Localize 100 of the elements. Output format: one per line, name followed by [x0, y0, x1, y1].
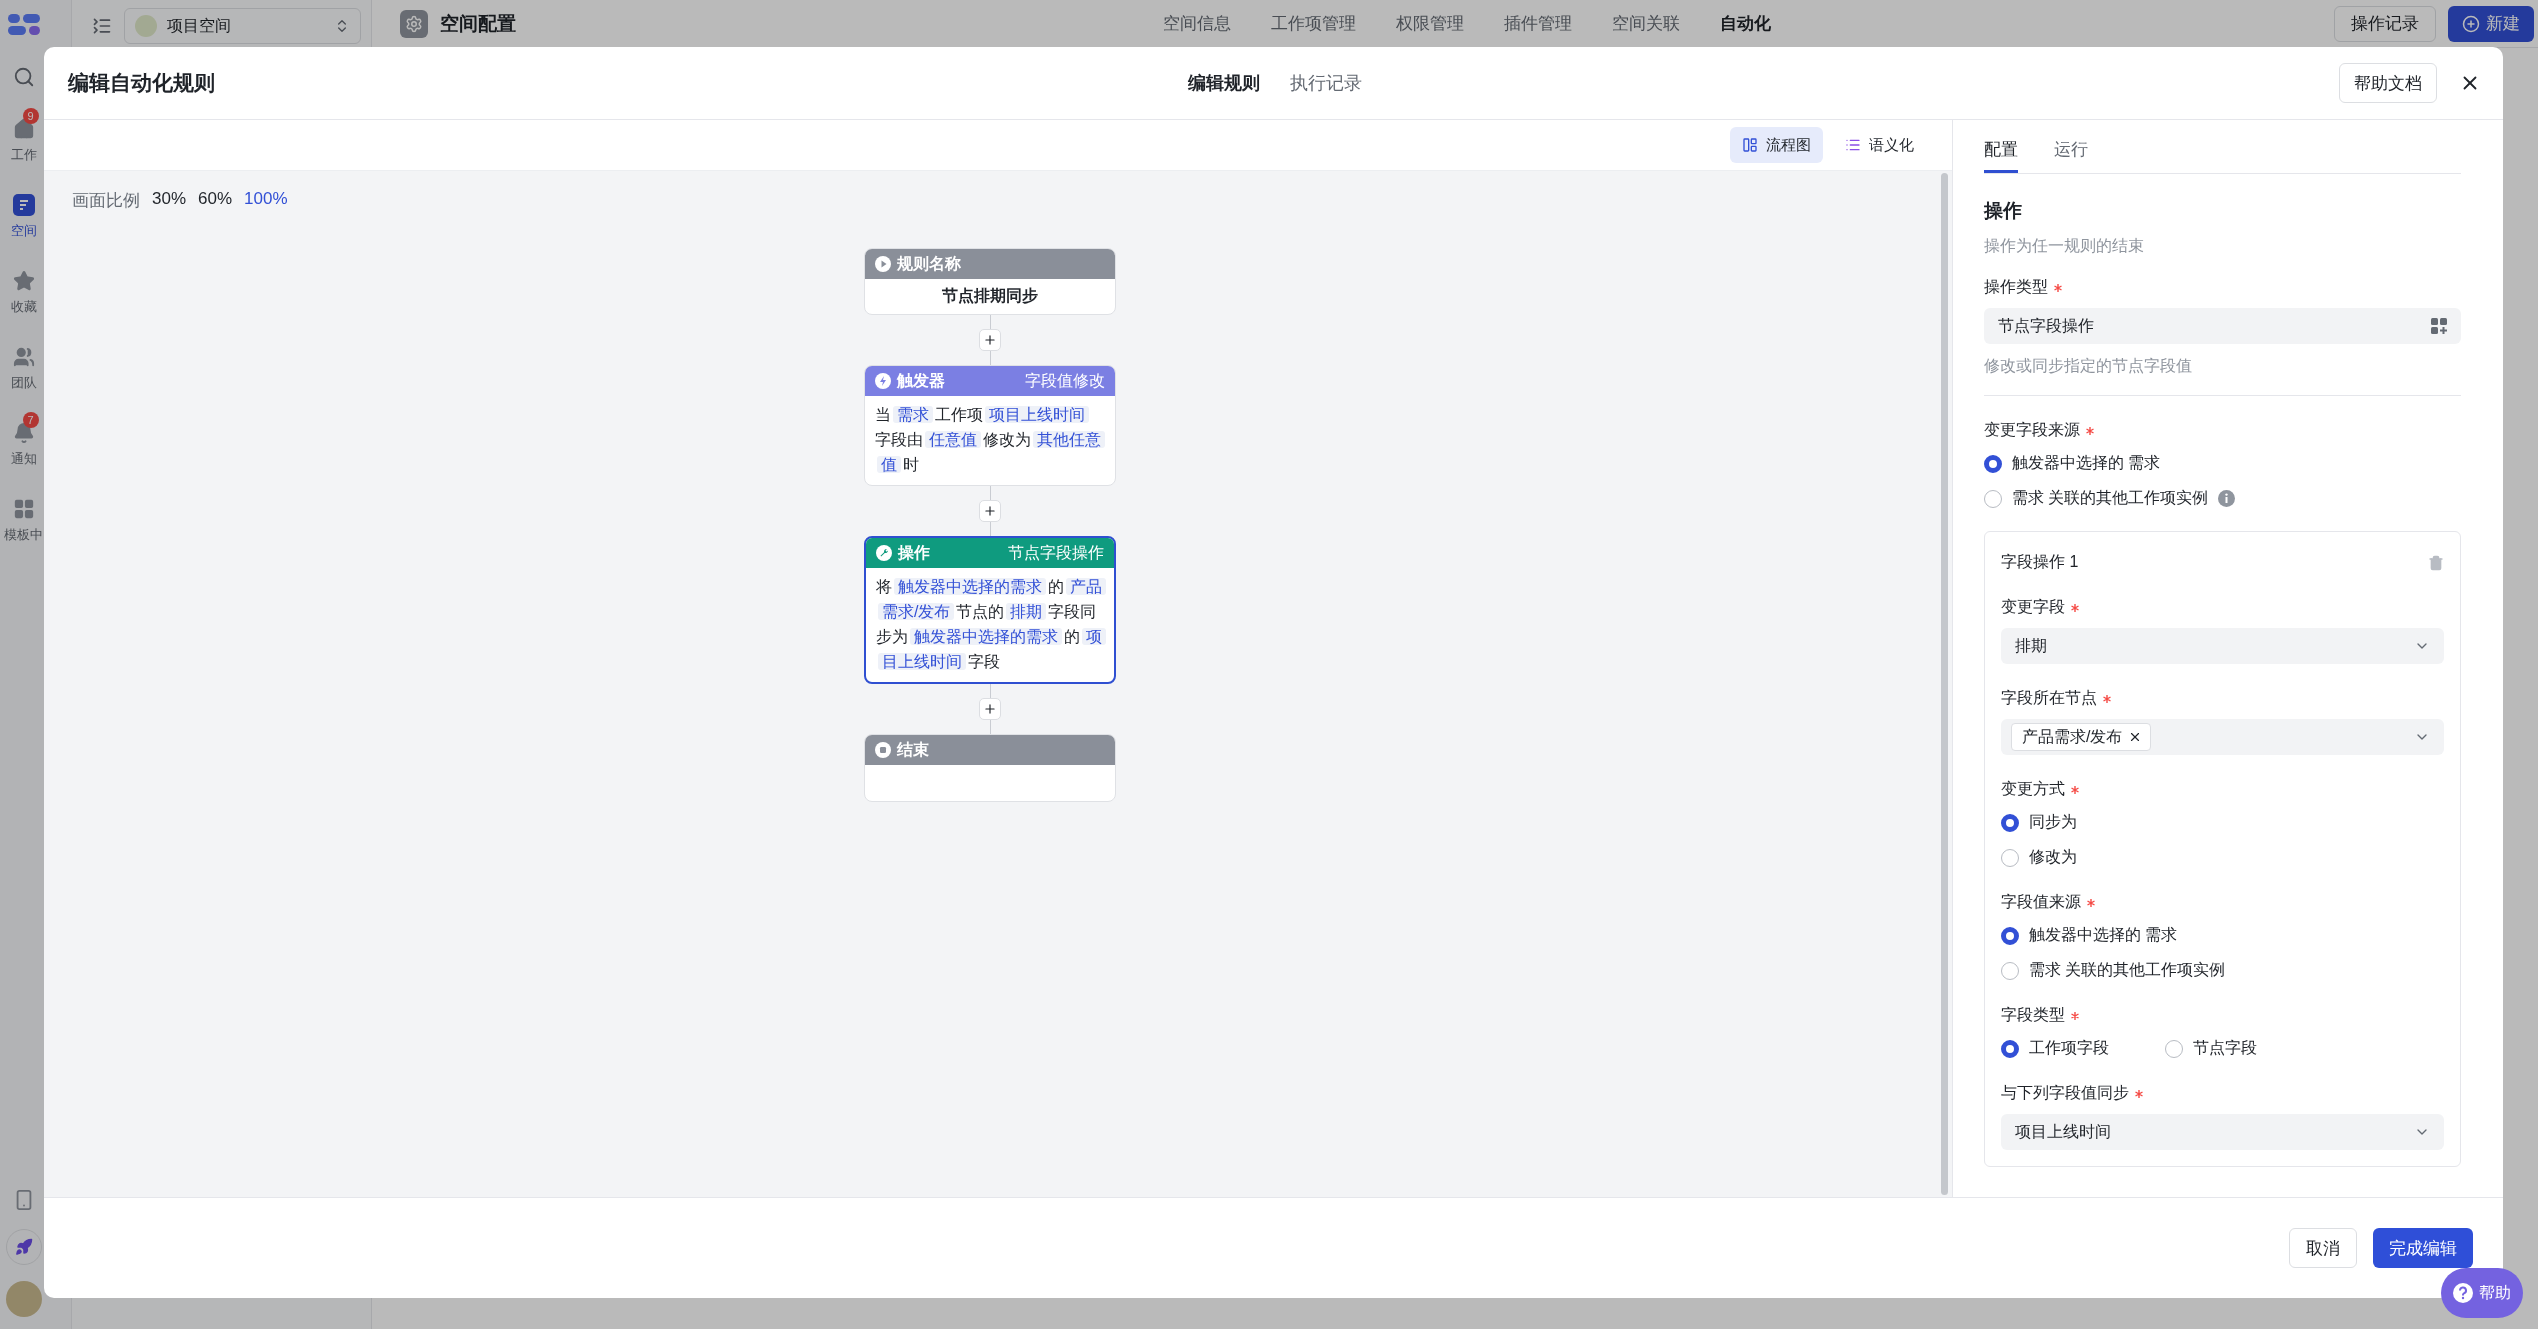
- nav-tab[interactable]: 空间关联: [1612, 12, 1680, 35]
- flow-node[interactable]: 操作 节点字段操作 将 触发器中选择的需求 的 产品需求/发布 节点的 排期 字段同步为 触发器中选择的需求 的 项目上线时间 字段: [864, 536, 1116, 684]
- node-title: 规则名称: [897, 253, 961, 274]
- star-icon: [12, 270, 35, 292]
- search-icon[interactable]: [12, 66, 35, 88]
- required-icon: [2054, 283, 2062, 292]
- flow-node[interactable]: 规则名称 节点排期同步: [864, 248, 1116, 315]
- required-icon: [2087, 898, 2095, 907]
- radio-button[interactable]: [2001, 848, 2019, 867]
- select-field[interactable]: 节点字段操作: [1984, 308, 2461, 344]
- cancel-button[interactable]: 取消: [2289, 1228, 2357, 1268]
- settings-icon: [400, 9, 428, 38]
- plus-icon: [983, 333, 997, 347]
- radio-label: 同步为: [2029, 812, 2077, 832]
- radio-label: 需求 关联的其他工作项实例: [2012, 488, 2209, 508]
- field-label: 变更字段: [2001, 597, 2065, 617]
- project-selector[interactable]: 项目空间: [124, 8, 361, 44]
- rocket-icon: [14, 1238, 33, 1256]
- field-label: 变更字段来源: [1984, 420, 2080, 440]
- tag-chip[interactable]: 产品需求/发布: [2011, 723, 2152, 751]
- collapse-icon[interactable]: [92, 16, 112, 36]
- radio-button[interactable]: [2001, 813, 2019, 832]
- stop-icon: [875, 742, 891, 758]
- nav-tab[interactable]: 自动化: [1720, 12, 1771, 35]
- modal-tab[interactable]: 执行记录: [1289, 71, 1362, 95]
- plus-icon: [983, 504, 997, 518]
- radio-label: 修改为: [2029, 847, 2077, 867]
- node-title: 触发器: [897, 370, 945, 391]
- zoom-option[interactable]: 100%: [244, 189, 288, 212]
- field-label: 变更方式: [2001, 779, 2065, 799]
- section-description: 操作为任一规则的结束: [1984, 236, 2145, 256]
- required-icon: [2135, 1089, 2143, 1098]
- radio-button[interactable]: [2165, 1039, 2183, 1058]
- field-label: 操作类型: [1984, 277, 2048, 297]
- play-icon: [875, 256, 891, 272]
- node-title: 结束: [897, 739, 929, 760]
- history-button[interactable]: 操作记录: [2334, 5, 2436, 42]
- bell-icon: [12, 422, 35, 444]
- nav-tab[interactable]: 空间信息: [1163, 12, 1231, 35]
- select-field[interactable]: 产品需求/发布: [2001, 719, 2444, 755]
- radio-button[interactable]: [2001, 926, 2019, 945]
- radio-button[interactable]: [1984, 489, 2002, 508]
- nav-tab[interactable]: 工作项管理: [1271, 12, 1356, 35]
- modal-tab[interactable]: 编辑规则: [1187, 71, 1260, 95]
- nav-tab[interactable]: 插件管理: [1504, 12, 1572, 35]
- help-button[interactable]: 帮助: [2441, 1268, 2523, 1318]
- node-title: 操作: [898, 542, 930, 563]
- logo-icon: [7, 14, 40, 36]
- radio-button[interactable]: [1984, 454, 2002, 473]
- space-icon[interactable]: [12, 194, 35, 216]
- count-badge: 7: [22, 412, 39, 428]
- sidebar-item[interactable]: 模板中: [4, 498, 43, 544]
- add-step-button[interactable]: [979, 698, 1001, 720]
- view-mode-button[interactable]: 流程图: [1730, 127, 1823, 163]
- node-description: 将 触发器中选择的需求 的 产品需求/发布 节点的 排期 字段同步为 触发器中选择的需求 的 项目上线时间 字段: [866, 568, 1114, 682]
- nav-tab[interactable]: 权限管理: [1396, 12, 1464, 35]
- node-type: 字段值修改: [1025, 370, 1105, 391]
- select-field[interactable]: 排期: [2001, 628, 2444, 664]
- count-badge: 9: [22, 108, 39, 124]
- radio-button[interactable]: [2001, 961, 2019, 980]
- sidebar-item[interactable]: 收藏: [10, 270, 37, 316]
- zoom-option[interactable]: 60%: [198, 189, 233, 212]
- required-icon: [2071, 603, 2079, 612]
- select-field[interactable]: 项目上线时间: [2001, 1114, 2444, 1150]
- radio-label: 触发器中选择的 需求: [2029, 925, 2178, 945]
- page-title: 空间配置: [440, 11, 516, 36]
- help-docs-button[interactable]: 帮助文档: [2339, 63, 2437, 103]
- project-icon: [135, 15, 157, 37]
- zoom-option[interactable]: 30%: [152, 189, 187, 212]
- required-icon: [2071, 785, 2079, 794]
- view-mode-button[interactable]: 语义化: [1833, 127, 1926, 163]
- required-icon: [2103, 694, 2111, 703]
- help-icon: [2453, 1283, 2473, 1303]
- add-step-button[interactable]: [979, 329, 1001, 351]
- add-step-button[interactable]: [979, 500, 1001, 522]
- scrollbar[interactable]: [1940, 173, 1948, 1195]
- card-title: 字段操作 1: [2001, 552, 2079, 572]
- confirm-button[interactable]: 完成编辑: [2373, 1228, 2473, 1268]
- new-button[interactable]: 新建: [2448, 5, 2534, 42]
- rule-name: 节点排期同步: [941, 286, 1039, 306]
- lightning-icon: [875, 373, 891, 389]
- radio-button[interactable]: [2001, 1039, 2019, 1058]
- field-label: 字段值来源: [2001, 892, 2081, 912]
- panel-tab[interactable]: 配置: [1984, 128, 2018, 173]
- section-title: 操作: [1984, 199, 2023, 223]
- panel-tab[interactable]: 运行: [2054, 128, 2088, 173]
- layout-icon: [1742, 137, 1758, 153]
- sidebar-item[interactable]: 空间: [10, 194, 37, 240]
- radio-label: 触发器中选择的 需求: [2012, 453, 2161, 473]
- radio-label: 节点字段: [2193, 1038, 2257, 1058]
- team-icon: [12, 346, 35, 368]
- sidebar-item[interactable]: 团队: [10, 346, 37, 392]
- home-icon: [12, 118, 35, 140]
- required-icon: [2086, 426, 2094, 435]
- grid-icon: [12, 498, 35, 520]
- radio-label: 需求 关联的其他工作项实例: [2029, 960, 2226, 980]
- field-hint: 修改或同步指定的节点字段值: [1984, 356, 2193, 376]
- flow-node[interactable]: 触发器 字段值修改 当 需求 工作项 项目上线时间 字段由 任意值 修改为 其他任意值 时: [864, 365, 1116, 486]
- apps-icon: [2431, 318, 2447, 334]
- list-icon: [1845, 137, 1861, 153]
